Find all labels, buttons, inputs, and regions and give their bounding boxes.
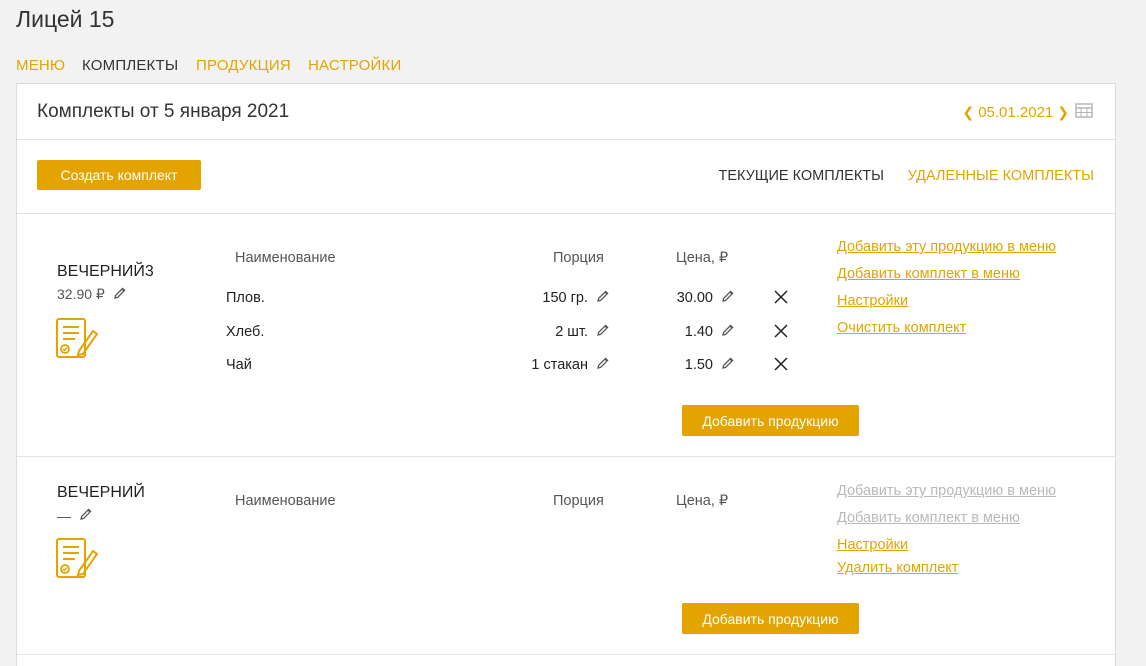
add-kit-to-menu-link[interactable]: Добавить комплект в меню <box>837 510 1020 526</box>
item-price: 1.50 <box>637 356 735 374</box>
nav-settings[interactable]: НАСТРОЙКИ <box>308 57 401 74</box>
toolbar: Создать комплект ТЕКУЩИЕ КОМПЛЕКТЫ УДАЛЕ… <box>17 140 1115 214</box>
document-icon <box>55 317 99 364</box>
pencil-icon[interactable] <box>596 289 610 307</box>
nav-menu[interactable]: МЕНЮ <box>16 57 65 74</box>
pencil-icon[interactable] <box>596 356 610 374</box>
app-title: Лицей 15 <box>16 6 115 32</box>
chevron-left-icon[interactable]: ❮ <box>962 104 974 121</box>
item-portion: 2 шт. <box>477 323 610 341</box>
item-name: Плов. <box>226 290 265 306</box>
kit-card: ВЕЧЕРНИЙ — Наименование Порция Цена, ₽ Д… <box>17 457 1115 655</box>
item-name: Чай <box>226 357 252 373</box>
pencil-icon[interactable] <box>721 323 735 341</box>
item-price: 30.00 <box>637 289 735 307</box>
kit-settings-link[interactable]: Настройки <box>837 537 908 553</box>
kits-panel: Комплекты от 5 января 2021 ❮ 05.01.2021 … <box>16 83 1116 666</box>
chevron-right-icon[interactable]: ❯ <box>1057 104 1069 121</box>
column-header-name: Наименование <box>235 493 336 509</box>
page-title: Комплекты от 5 января 2021 <box>37 101 290 122</box>
item-name: Хлеб. <box>226 324 265 340</box>
nav-kits[interactable]: КОМПЛЕКТЫ <box>82 57 178 74</box>
pencil-icon[interactable] <box>79 507 93 524</box>
remove-item-icon[interactable] <box>774 357 788 376</box>
kit-price: — <box>57 507 93 524</box>
kit-settings-link[interactable]: Настройки <box>837 293 908 309</box>
pencil-icon[interactable] <box>721 356 735 374</box>
kit-name: ВЕЧЕРНИЙ <box>57 484 145 501</box>
item-price-value: 1.50 <box>684 357 713 373</box>
remove-item-icon[interactable] <box>774 324 788 343</box>
tab-deleted-kits[interactable]: УДАЛЕННЫЕ КОМПЛЕКТЫ <box>908 168 1094 184</box>
kit-price-value: 32.90 ₽ <box>57 286 105 302</box>
column-header-name: Наименование <box>235 250 336 266</box>
calendar-icon[interactable] <box>1075 102 1093 122</box>
item-portion-value: 150 гр. <box>542 290 588 306</box>
item-price-value: 1.40 <box>684 324 713 340</box>
item-portion-value: 2 шт. <box>555 324 588 340</box>
column-header-price: Цена, ₽ <box>676 493 729 509</box>
clear-kit-link[interactable]: Очистить комплект <box>837 320 966 336</box>
kit-name: ВЕЧЕРНИЙ3 <box>57 263 154 280</box>
add-product-button[interactable]: Добавить продукцию <box>682 603 859 634</box>
item-price-value: 30.00 <box>676 290 713 306</box>
column-header-portion: Порция <box>553 493 604 509</box>
item-price: 1.40 <box>637 323 735 341</box>
kit-price-value: — <box>57 507 71 524</box>
column-header-portion: Порция <box>553 250 604 266</box>
document-icon <box>55 537 99 584</box>
remove-item-icon[interactable] <box>774 290 788 309</box>
item-portion: 1 стакан <box>477 356 610 374</box>
kit-card: ВЕЧЕРНИЙ3 32.90 ₽ Наименование Порция Це… <box>17 214 1115 457</box>
date-picker: ❮ 05.01.2021 ❯ <box>962 102 1093 122</box>
pencil-icon[interactable] <box>113 286 127 303</box>
add-products-to-menu-link[interactable]: Добавить эту продукцию в меню <box>837 483 1056 499</box>
add-kit-to-menu-link[interactable]: Добавить комплект в меню <box>837 266 1020 282</box>
create-kit-button[interactable]: Создать комплект <box>37 160 201 190</box>
kit-price: 32.90 ₽ <box>57 286 127 303</box>
date-value[interactable]: 05.01.2021 <box>978 104 1053 121</box>
pencil-icon[interactable] <box>721 289 735 307</box>
delete-kit-link[interactable]: Удалить комплект <box>837 560 958 576</box>
item-portion-value: 1 стакан <box>531 357 588 373</box>
panel-header: Комплекты от 5 января 2021 ❮ 05.01.2021 … <box>17 84 1115 140</box>
nav-products[interactable]: ПРОДУКЦИЯ <box>196 57 291 74</box>
pencil-icon[interactable] <box>596 323 610 341</box>
column-header-price: Цена, ₽ <box>676 250 729 266</box>
item-portion: 150 гр. <box>477 289 610 307</box>
add-products-to-menu-link[interactable]: Добавить эту продукцию в меню <box>837 239 1056 255</box>
tab-current-kits[interactable]: ТЕКУЩИЕ КОМПЛЕКТЫ <box>719 168 884 184</box>
add-product-button[interactable]: Добавить продукцию <box>682 405 859 436</box>
